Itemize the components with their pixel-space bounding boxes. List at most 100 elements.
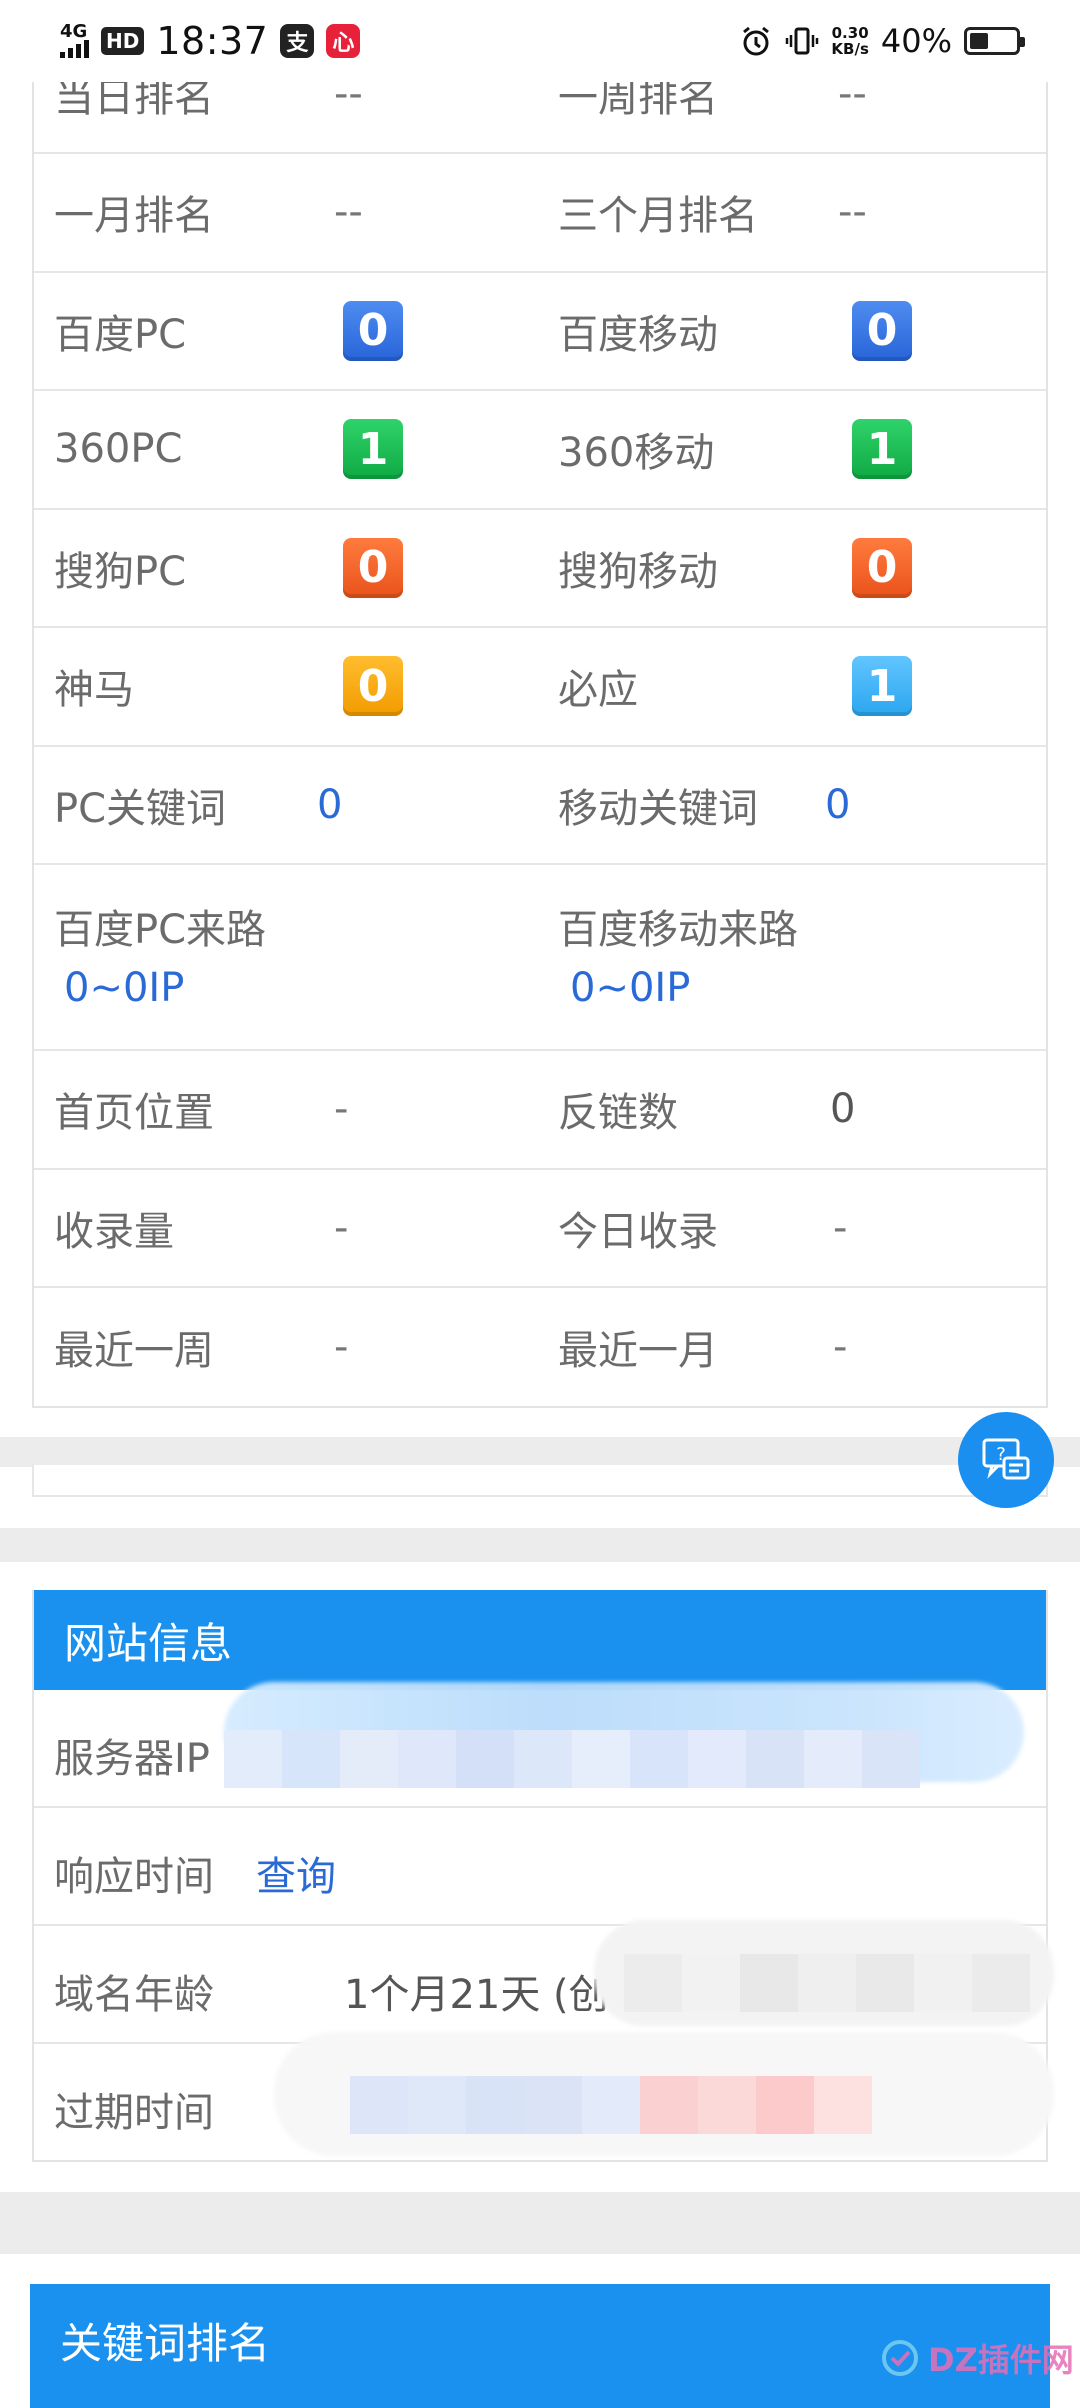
backlinks-label: 反链数 [558,1090,678,1137]
baidu-pc-traffic-value[interactable]: 0~0IP [64,965,184,1011]
monthly-rank-label: 一月排名 [54,193,214,240]
bing-weight-badge[interactable]: 1 [852,656,912,717]
table-row: 一月排名 -- 三个月排名 -- [34,154,1046,273]
table-row: 360PC 1 360移动 1 [34,391,1046,510]
server-ip-label: 服务器IP [54,1736,210,1782]
expire-time-row: 过期时间 [34,2032,1054,2162]
baidu-pc-traffic-label: 百度PC来路 [54,907,267,953]
server-ip-row: 服务器IP [34,1682,1046,1808]
sogou-pc-weight-badge[interactable]: 0 [343,537,403,598]
quarter-rank-value: -- [838,189,867,236]
table-cell: 一月排名 -- [34,154,540,271]
table-cell: 百度移动来路 0~0IP [540,865,1046,1049]
status-right: 0.30 KB/s 40% [739,22,1025,60]
pc-keywords-value[interactable]: 0 [317,782,342,828]
table-row: 首页位置 - 反链数 0 [34,1051,1046,1170]
table-cell: 360移动 1 [540,391,1046,508]
table-cell: 搜狗移动 0 [540,510,1046,627]
baidu-mobile-traffic-value[interactable]: 0~0IP [570,965,690,1011]
360-mobile-weight-badge[interactable]: 1 [852,419,912,480]
site-info-card: 网站信息 服务器IP 响应时间 查询 域名年龄 1个月21天 (创 过期时间 [32,1590,1054,2162]
network-speed: 0.30 KB/s [831,24,869,58]
site-info-header: 网站信息 [34,1590,1046,1690]
last-month-label: 最近一月 [558,1328,718,1375]
table-cell: 最近一月 - [540,1288,1046,1407]
table-cell: 神马 0 [34,628,540,745]
table-cell: 百度PC 0 [34,273,540,390]
homepage-position-label: 首页位置 [54,1090,214,1137]
keyword-ranking-title: 关键词排名 [60,2319,271,2368]
table-cell: 最近一周 - [34,1288,540,1407]
table-cell: 反链数 0 [540,1051,1046,1168]
screen: 4G HD 18:37 支 心 0.30 KB/s 40% 当日排名 -- 一周… [0,0,1080,2408]
table-cell: 三个月排名 -- [540,154,1046,271]
ranking-table: 当日排名 -- 一周排名 -- 一月排名 -- 三个月排名 -- 百度PC 0 [32,36,1048,1408]
table-row: 百度PC 0 百度移动 0 [34,273,1046,391]
alipay-notification-icon: 支 [280,24,315,58]
baidu-mobile-traffic-label: 百度移动来路 [558,907,798,953]
section-divider [0,2192,1080,2254]
clock: 18:37 [156,19,269,63]
homepage-position-value: - [334,1086,349,1133]
section-divider [0,1437,1080,1467]
mobile-keywords-label: 移动关键词 [558,785,758,832]
baidu-mobile-weight-badge[interactable]: 0 [852,300,912,361]
table-cell: 首页位置 - [34,1051,540,1168]
table-cell: 今日收录 - [540,1170,1046,1287]
table-row: 最近一周 - 最近一月 - [34,1288,1046,1407]
domain-age-label: 域名年龄 [54,1972,214,2018]
status-bar: 4G HD 18:37 支 心 0.30 KB/s 40% [0,0,1080,82]
360-pc-weight-badge[interactable]: 1 [343,419,403,480]
today-indexed-value: - [833,1204,848,1251]
table-row: PC关键词 0 移动关键词 0 [34,747,1046,865]
alarm-icon [739,24,773,58]
battery-icon [964,27,1025,55]
bing-label: 必应 [558,667,638,714]
indexed-count-value: - [334,1204,349,1251]
sogou-mobile-label: 搜狗移动 [558,548,718,595]
last-week-value: - [334,1324,349,1371]
shenma-weight-badge[interactable]: 0 [343,656,403,717]
table-cell: 百度PC来路 0~0IP [34,865,540,1049]
pc-keywords-label: PC关键词 [54,785,227,832]
baidu-pc-label: 百度PC [54,311,187,358]
backlinks-value: 0 [830,1086,856,1133]
hd-icon: HD [101,27,145,55]
signal-icon: 4G [60,21,89,58]
redaction-pixels [350,2076,872,2134]
table-cell: 360PC 1 [34,391,540,508]
baidu-pc-weight-badge[interactable]: 0 [343,300,403,361]
table-cell: 百度移动 0 [540,273,1046,390]
watermark: DZ插件网 [880,2335,1074,2381]
response-time-row: 响应时间 查询 [34,1808,1046,1926]
battery-percent: 40% [880,22,952,60]
domain-age-row: 域名年龄 1个月21天 (创 [34,1920,1054,2044]
table-row: 神马 0 必应 1 [34,628,1046,747]
response-time-label: 响应时间 [54,1854,214,1900]
indexed-count-label: 收录量 [54,1208,174,1255]
status-left: 4G HD 18:37 支 心 [60,19,361,63]
last-week-label: 最近一周 [54,1328,214,1375]
empty-panel [32,1465,1048,1497]
customer-service-button[interactable]: ? [958,1412,1054,1508]
response-time-query-link[interactable]: 查询 [256,1844,336,1902]
table-cell: 移动关键词 0 [540,747,1046,864]
network-type: 4G [60,21,88,42]
watermark-logo-icon [882,2340,918,2376]
table-row: 搜狗PC 0 搜狗移动 0 [34,510,1046,628]
mobile-keywords-value[interactable]: 0 [825,782,850,828]
redaction-pixels [624,1954,1030,2012]
redaction-pixels [224,1730,920,1788]
shenma-label: 神马 [54,667,134,714]
monthly-rank-value: -- [334,189,363,236]
table-cell: 收录量 - [34,1170,540,1287]
table-cell: PC关键词 0 [34,747,540,864]
sogou-mobile-weight-badge[interactable]: 0 [852,537,912,598]
domain-age-value: 1个月21天 (创 [344,1972,609,2018]
section-divider [0,1528,1080,1562]
table-cell: 搜狗PC 0 [34,510,540,627]
app-notification-icon: 心 [326,24,361,58]
quarter-rank-label: 三个月排名 [558,193,758,240]
sogou-pc-label: 搜狗PC [54,548,187,595]
help-chat-icon: ? [982,1438,1030,1480]
